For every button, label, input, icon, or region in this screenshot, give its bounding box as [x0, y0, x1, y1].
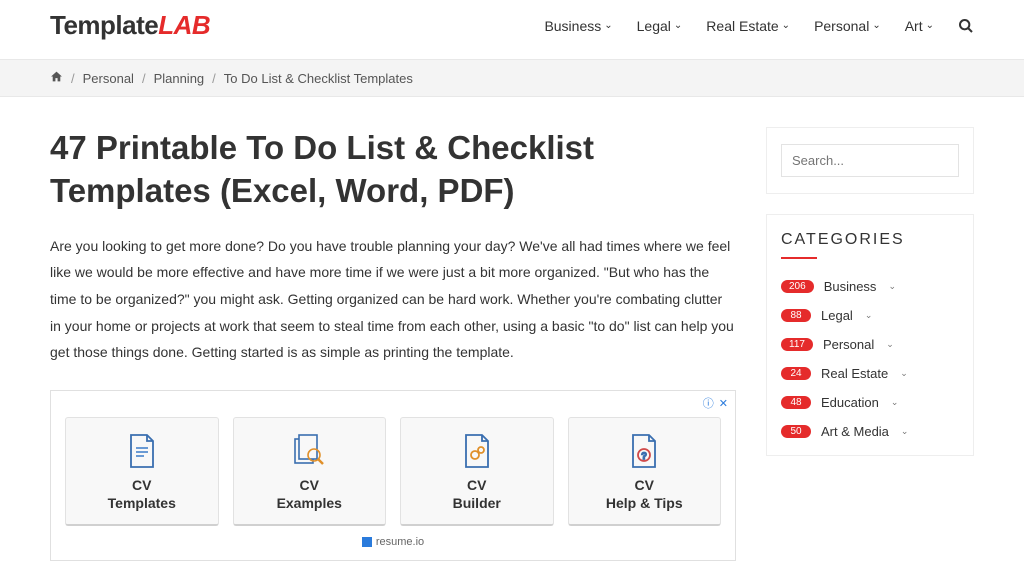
ad-block: ⓘ ✕ CVTemplates CVExamples CVBuilder ? C…	[50, 390, 736, 561]
gear-document-icon	[407, 432, 547, 470]
category-business[interactable]: 206Business⌄	[781, 279, 959, 294]
count-badge: 24	[781, 367, 811, 380]
ad-card-templates[interactable]: CVTemplates	[65, 417, 219, 526]
nav-legal[interactable]: Legal⌄	[637, 18, 683, 34]
chevron-down-icon: ⌄	[900, 368, 908, 379]
nav-real-estate[interactable]: Real Estate⌄	[706, 18, 790, 34]
chevron-down-icon: ⌄	[901, 426, 909, 437]
main-content: 47 Printable To Do List & Checklist Temp…	[50, 127, 736, 561]
ad-footer[interactable]: resume.io	[65, 536, 721, 548]
chevron-down-icon: ⌄	[888, 281, 896, 292]
ad-card-examples[interactable]: CVExamples	[233, 417, 387, 526]
home-icon[interactable]	[50, 70, 63, 86]
ad-info-icon[interactable]: ⓘ ✕	[703, 395, 729, 411]
sidebar: CATEGORIES 206Business⌄ 88Legal⌄ 117Pers…	[766, 127, 974, 476]
count-badge: 117	[781, 338, 813, 351]
document-icon	[72, 432, 212, 470]
categories-heading: CATEGORIES	[781, 231, 959, 249]
page-title: 47 Printable To Do List & Checklist Temp…	[50, 127, 736, 213]
chevron-down-icon: ⌄	[865, 310, 873, 321]
logo-part1: Template	[50, 10, 158, 40]
breadcrumb-personal[interactable]: Personal	[83, 71, 134, 86]
chevron-down-icon: ⌄	[782, 20, 790, 31]
nav-art[interactable]: Art⌄	[905, 18, 934, 34]
count-badge: 48	[781, 396, 811, 409]
breadcrumb-current: To Do List & Checklist Templates	[224, 71, 413, 86]
count-badge: 206	[781, 280, 814, 293]
category-education[interactable]: 48Education⌄	[781, 395, 959, 410]
breadcrumb-planning[interactable]: Planning	[154, 71, 205, 86]
chevron-down-icon: ⌄	[604, 20, 612, 31]
count-badge: 50	[781, 425, 811, 438]
nav-personal[interactable]: Personal⌄	[814, 18, 881, 34]
help-document-icon: ?	[575, 432, 715, 470]
category-art-media[interactable]: 50Art & Media⌄	[781, 424, 959, 439]
search-icon[interactable]	[958, 18, 974, 34]
site-header: TemplateLAB Business⌄ Legal⌄ Real Estate…	[0, 0, 1024, 59]
intro-paragraph: Are you looking to get more done? Do you…	[50, 233, 736, 366]
chevron-down-icon: ⌄	[674, 20, 682, 31]
chevron-down-icon: ⌄	[886, 339, 894, 350]
magnify-document-icon	[240, 432, 380, 470]
ad-card-builder[interactable]: CVBuilder	[400, 417, 554, 526]
category-personal[interactable]: 117Personal⌄	[781, 337, 959, 352]
heading-underline	[781, 257, 817, 259]
chevron-down-icon: ⌄	[926, 20, 934, 31]
count-badge: 88	[781, 309, 811, 322]
ad-brand-icon	[362, 537, 372, 547]
search-input[interactable]	[781, 144, 959, 177]
breadcrumb: / Personal / Planning / To Do List & Che…	[0, 59, 1024, 97]
category-legal[interactable]: 88Legal⌄	[781, 308, 959, 323]
site-logo[interactable]: TemplateLAB	[50, 10, 210, 41]
logo-part2: LAB	[158, 10, 210, 40]
chevron-down-icon: ⌄	[872, 20, 880, 31]
category-real-estate[interactable]: 24Real Estate⌄	[781, 366, 959, 381]
search-box	[766, 127, 974, 194]
main-nav: Business⌄ Legal⌄ Real Estate⌄ Personal⌄ …	[544, 18, 974, 34]
categories-box: CATEGORIES 206Business⌄ 88Legal⌄ 117Pers…	[766, 214, 974, 456]
svg-text:?: ?	[642, 451, 647, 461]
chevron-down-icon: ⌄	[891, 397, 899, 408]
nav-business[interactable]: Business⌄	[544, 18, 612, 34]
ad-card-help[interactable]: ? CVHelp & Tips	[568, 417, 722, 526]
